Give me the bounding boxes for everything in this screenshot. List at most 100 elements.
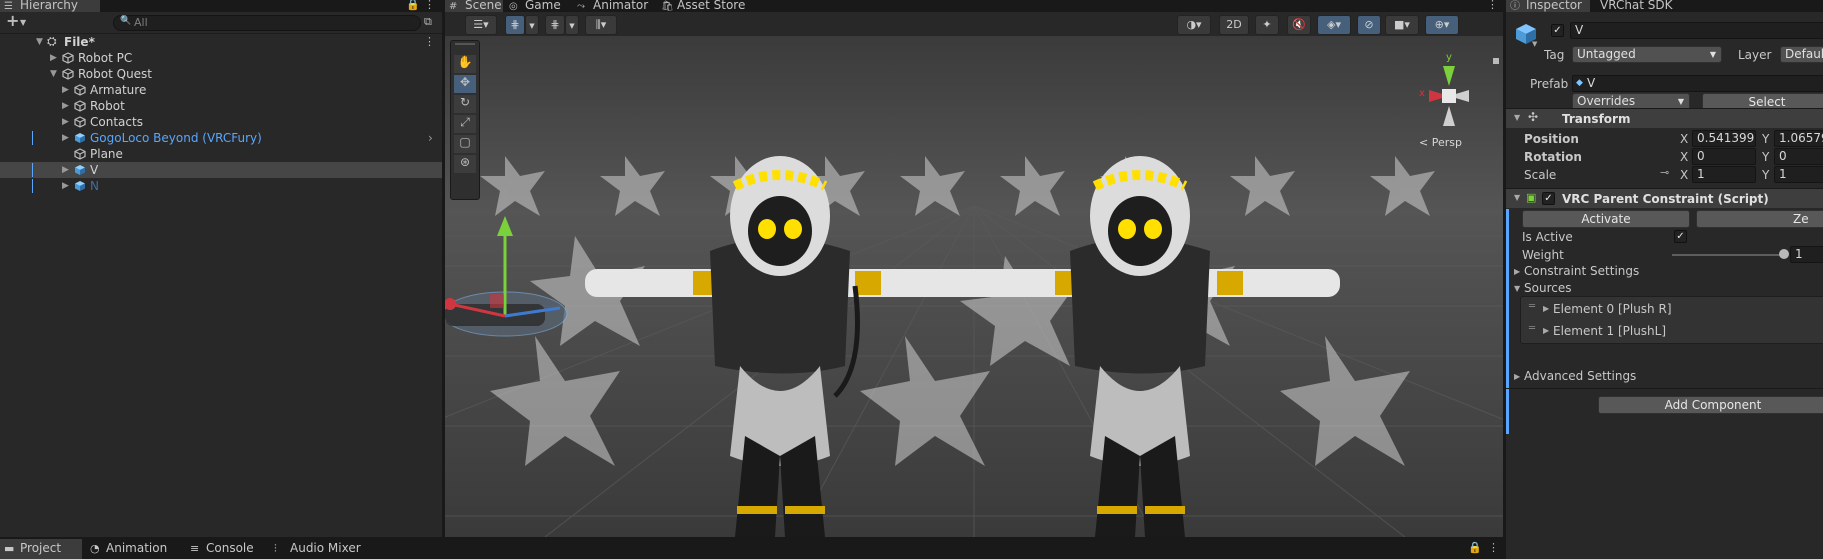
scale-tool-icon[interactable]: ⤢ [454, 115, 476, 133]
transform-tool-icon[interactable]: ⊛ [454, 155, 476, 173]
transform-header[interactable]: ▼ ✣ Transform [1506, 108, 1823, 128]
more-icon[interactable]: ⋮ [1487, 0, 1498, 12]
more-icon[interactable]: ⋮ [1488, 541, 1499, 555]
expand-arrow-icon[interactable]: ▼ [50, 66, 57, 82]
rotate-tool-icon[interactable]: ↻ [454, 95, 476, 113]
tab-audio-mixer[interactable]: ⫶ Audio Mixer [270, 539, 370, 559]
grid-snap-dropdown[interactable]: ▼ [525, 15, 539, 35]
overlay-handle[interactable] [455, 43, 475, 45]
list-item[interactable]: ═ ▶ Element 0 [Plush R] [1521, 299, 1823, 319]
prefab-label: Prefab [1530, 77, 1569, 91]
view-options-button[interactable]: ☰▾ [465, 15, 497, 35]
scale-x-field[interactable]: 1 [1692, 166, 1756, 183]
tab-project[interactable]: ▬ Project [0, 539, 82, 559]
expand-arrow-icon[interactable]: ▼ [36, 34, 43, 50]
search-input[interactable]: 🔍 All [113, 15, 421, 31]
activate-button[interactable]: Activate [1522, 210, 1690, 228]
chevron-down-icon[interactable]: ▼ [1532, 40, 1537, 48]
prefab-field[interactable]: ◆ V [1572, 75, 1823, 92]
lighting-button[interactable]: ✦ [1255, 15, 1279, 35]
tab-asset-store[interactable]: 🛍 Asset Store [657, 0, 767, 12]
grid-snap-button[interactable]: ⋕ [505, 15, 525, 35]
incremental-snap-button[interactable]: ⫼▾ [585, 15, 617, 35]
hand-tool-icon[interactable]: ✋ [454, 55, 476, 73]
position-y-field[interactable]: 1.065795 [1774, 130, 1823, 147]
rotation-x-field[interactable]: 0 [1692, 148, 1756, 165]
tab-console[interactable]: ≡ Console [186, 539, 266, 559]
is-active-checkbox[interactable]: ✓ [1674, 230, 1687, 243]
hierarchy-item[interactable]: ▶ Robot PC [0, 50, 442, 66]
expand-arrow-icon[interactable]: ▶ [62, 130, 69, 146]
snap-increment-dropdown[interactable]: ▼ [565, 15, 579, 35]
expand-arrow-icon[interactable]: ▶ [62, 162, 69, 178]
scene-row[interactable]: ▼ ⛭ File* ⋮ [0, 34, 442, 50]
expand-arrow-icon[interactable]: ▶ [62, 82, 69, 98]
zero-button[interactable]: Ze [1696, 210, 1823, 228]
more-icon[interactable]: ⋮ [424, 0, 435, 12]
hierarchy-item[interactable]: ▶ V [0, 162, 442, 178]
toggle-2d-button[interactable]: 2D [1219, 15, 1249, 35]
add-button[interactable]: + [6, 13, 19, 29]
expand-arrow-icon[interactable]: ▶ [1543, 326, 1549, 335]
constraint-header[interactable]: ▼ ▣ ✓ VRC Parent Constraint (Script) [1506, 188, 1823, 208]
drag-handle-icon[interactable]: ═ [1529, 323, 1535, 334]
expand-arrow-icon[interactable]: ▶ [1543, 304, 1549, 313]
move-tool-icon[interactable]: ✥ [454, 75, 476, 93]
collapse-arrow-icon[interactable]: ▼ [1514, 284, 1520, 293]
tag-dropdown[interactable]: Untagged ▼ [1572, 46, 1722, 63]
hierarchy-item[interactable]: ▶ GogoLoco Beyond (VRCFury) [0, 130, 442, 146]
draw-mode-button[interactable]: ◑▾ [1177, 15, 1211, 35]
expand-arrow-icon[interactable]: ▶ [50, 50, 57, 66]
active-checkbox[interactable]: ✓ [1551, 24, 1564, 37]
hierarchy-item[interactable]: ▼ Robot Quest [0, 66, 442, 82]
hierarchy-item[interactable]: ▶ N [0, 178, 442, 194]
position-x-field[interactable]: 0.541399 [1692, 130, 1756, 147]
weight-field[interactable]: 1 [1790, 246, 1823, 263]
tab-scene[interactable]: # Scene [445, 0, 503, 12]
scene-visibility-icon[interactable]: ⧉ [424, 15, 432, 29]
hierarchy-item[interactable]: Plane [0, 146, 442, 162]
chevron-right-icon[interactable]: › [428, 131, 433, 145]
lock-icon[interactable]: 🔒 [406, 0, 420, 12]
hierarchy-item[interactable]: ▶ Robot [0, 98, 442, 114]
tab-game[interactable]: ◎ Game [505, 0, 571, 12]
tab-animator[interactable]: ⤳ Animator [573, 0, 655, 12]
add-component-button[interactable]: Add Component [1598, 396, 1823, 414]
expand-arrow-icon[interactable]: ▶ [62, 114, 69, 130]
effects-button[interactable]: ◈▾ [1317, 15, 1351, 35]
object-name-field[interactable]: V [1570, 22, 1823, 39]
list-item[interactable]: ═ ▶ Element 1 [PlushL] [1521, 321, 1823, 341]
rotation-y-field[interactable]: 0 [1774, 148, 1823, 165]
tab-inspector[interactable]: ⓘ Inspector [1506, 0, 1590, 12]
weight-slider-thumb[interactable] [1779, 249, 1789, 259]
weight-slider-track[interactable] [1672, 254, 1784, 256]
drag-handle-icon[interactable]: ═ [1529, 301, 1535, 312]
scale-y-field[interactable]: 1 [1774, 166, 1823, 183]
snap-increment-button[interactable]: ⋕ [545, 15, 565, 35]
projection-toggle[interactable]: < Persp [1419, 136, 1462, 149]
link-icon[interactable]: ⊸ [1660, 166, 1669, 179]
hierarchy-item[interactable]: ▶ Armature [0, 82, 442, 98]
orientation-gizmo[interactable]: y x [1399, 46, 1499, 146]
chevron-down-icon[interactable]: ▼ [20, 16, 26, 30]
audio-button[interactable]: 🔇 [1287, 15, 1311, 35]
lock-icon[interactable]: 🔒 [1468, 541, 1482, 555]
tab-animation[interactable]: ◔ Animation [86, 539, 182, 559]
expand-arrow-icon[interactable]: ▶ [62, 178, 69, 194]
advanced-settings-foldout[interactable]: Advanced Settings [1524, 369, 1636, 383]
rect-tool-icon[interactable]: ▢ [454, 135, 476, 153]
constraint-settings-foldout[interactable]: Constraint Settings [1524, 264, 1639, 278]
tab-vrchat-sdk[interactable]: VRChat SDK [1590, 0, 1690, 12]
expand-arrow-icon[interactable]: ▶ [62, 98, 69, 114]
camera-button[interactable]: ■▾ [1385, 15, 1419, 35]
expand-arrow-icon[interactable]: ▶ [1514, 267, 1520, 276]
expand-arrow-icon[interactable]: ▶ [1514, 372, 1520, 381]
gizmos-button[interactable]: ⊕▾ [1425, 15, 1459, 35]
scene-visibility-button[interactable]: ⊘ [1357, 15, 1381, 35]
scene-viewport[interactable]: ✋ ✥ ↻ ⤢ ▢ ⊛ y x < Persp [445, 36, 1503, 537]
sources-foldout[interactable]: Sources [1524, 281, 1571, 295]
layer-dropdown[interactable]: Default [1780, 46, 1823, 63]
hierarchy-item[interactable]: ▶ Contacts [0, 114, 442, 130]
scene-more-icon[interactable]: ⋮ [424, 35, 435, 49]
component-enabled-checkbox[interactable]: ✓ [1542, 192, 1555, 205]
